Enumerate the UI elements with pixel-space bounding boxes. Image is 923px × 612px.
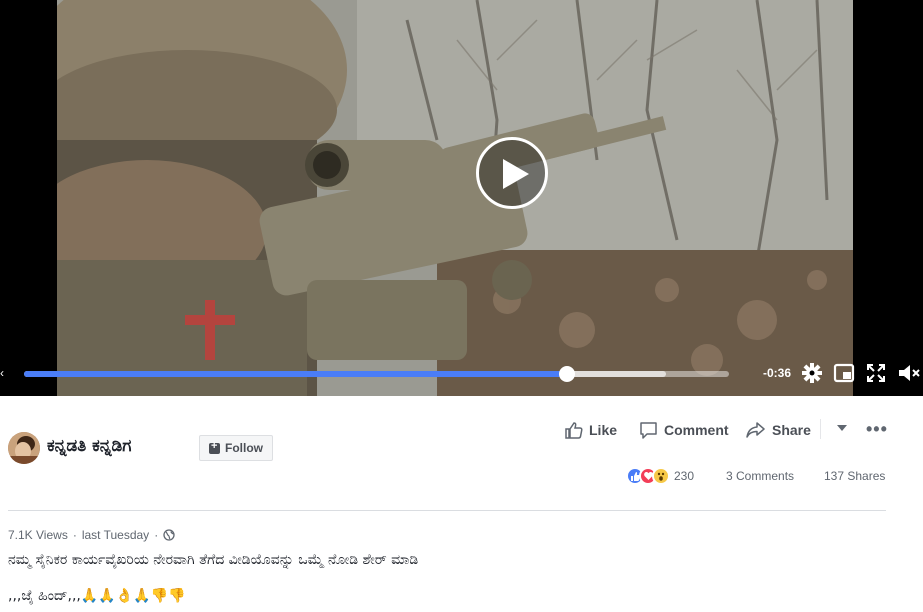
play-button[interactable] xyxy=(476,137,548,209)
picture-in-picture-icon[interactable] xyxy=(833,362,855,384)
meta-separator: · xyxy=(72,528,77,542)
fullscreen-icon[interactable] xyxy=(865,362,887,384)
video-player[interactable]: ‹ -0:36 xyxy=(0,0,923,396)
video-frame[interactable] xyxy=(57,0,853,396)
page-name[interactable]: ಕನ್ನಡತಿ ಕನ್ನಡಿಗ xyxy=(47,436,131,456)
meta-separator-2: · xyxy=(154,528,159,542)
view-count: 7.1K Views xyxy=(8,528,68,542)
shares-count-link[interactable]: 137 Shares xyxy=(824,469,885,483)
post-timestamp[interactable]: last Tuesday xyxy=(82,528,149,542)
share-button[interactable]: Share xyxy=(746,420,811,440)
section-divider xyxy=(8,510,886,511)
page-avatar[interactable] xyxy=(8,432,40,464)
post-caption-line-1: ನಮ್ಮ ಸೈನಿಕರ ಕಾರ್ಯವೈಖರಿಯ ನೇರವಾಗಿ ತೆಗೆದ ವೀ… xyxy=(8,552,419,568)
share-label: Share xyxy=(772,422,811,438)
thumbs-up-icon xyxy=(565,422,583,439)
reactions-summary[interactable]: 230 xyxy=(626,467,694,485)
like-button[interactable]: Like xyxy=(565,420,617,440)
comment-button[interactable]: Comment xyxy=(639,420,729,440)
video-thumbnail-image xyxy=(57,0,853,396)
wow-reaction-icon xyxy=(652,467,670,485)
follow-label: Follow xyxy=(225,441,263,455)
comments-count-link[interactable]: 3 Comments xyxy=(726,469,794,483)
globe-privacy-icon[interactable] xyxy=(163,529,175,541)
time-remaining: -0:36 xyxy=(763,366,792,380)
settings-gear-icon[interactable] xyxy=(801,362,823,384)
like-label: Like xyxy=(589,422,618,438)
reaction-count: 230 xyxy=(674,469,695,483)
left-arrow-icon: ‹ xyxy=(0,366,4,380)
comment-bubble-icon xyxy=(640,422,657,439)
follow-button[interactable]: Follow xyxy=(199,435,273,461)
volume-muted-icon[interactable] xyxy=(897,362,923,384)
share-arrow-icon xyxy=(746,422,765,438)
share-dropdown-caret-icon[interactable] xyxy=(836,423,848,433)
post-caption-line-2: ,,,ಜೈ ಹಿಂದ್,,,🙏🙏👌🙏👎👎 xyxy=(8,588,186,604)
avatar-image xyxy=(8,432,40,464)
progress-scrubber-handle[interactable] xyxy=(558,366,575,382)
action-divider xyxy=(820,419,821,439)
follow-plus-icon xyxy=(209,440,220,454)
more-options-icon[interactable]: ••• xyxy=(866,419,888,440)
play-icon xyxy=(503,159,529,189)
progress-played xyxy=(24,371,567,377)
progress-bar[interactable] xyxy=(24,366,729,382)
comment-label: Comment xyxy=(664,422,729,438)
post-meta: 7.1K Views · last Tuesday · xyxy=(8,528,175,542)
